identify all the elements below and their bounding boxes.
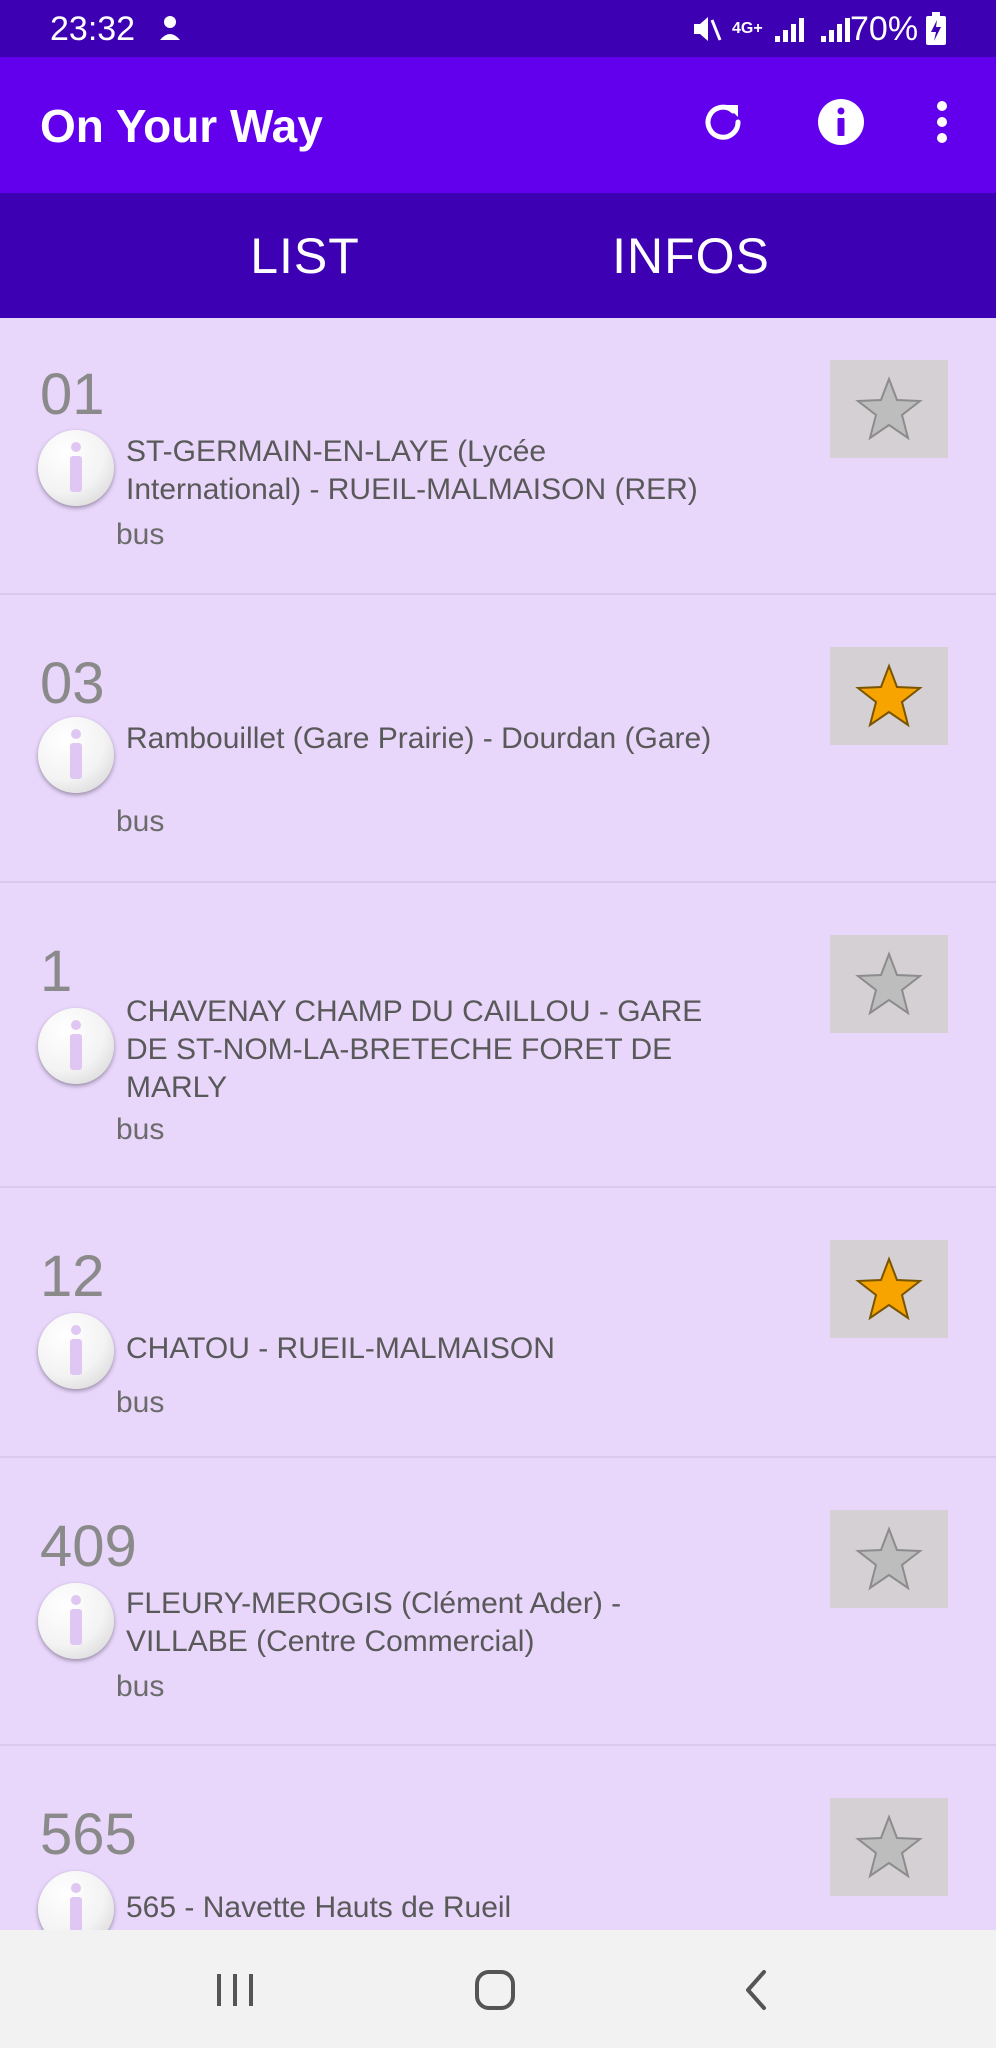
list-item[interactable]: 12 CHATOU - RUEIL-MALMAISON bus xyxy=(0,1188,996,1458)
tab-list-label: LIST xyxy=(250,227,360,284)
line-number: 1 xyxy=(40,939,73,1004)
line-name: Rambouillet (Gare Prairie) - Dourdan (Ga… xyxy=(126,722,712,755)
home-icon xyxy=(475,1970,515,2010)
star-icon xyxy=(855,951,923,1016)
line-name: FLEURY-MEROGIS (Clément Ader) - VILLABE … xyxy=(126,1587,622,1658)
recent-apps-button[interactable] xyxy=(200,1955,270,2025)
line-name: ST-GERMAIN-EN-LAYE (Lycée International)… xyxy=(126,435,698,506)
info-icon xyxy=(71,729,81,739)
line-number: 565 xyxy=(40,1802,137,1867)
more-vert-icon xyxy=(937,101,947,143)
list-item[interactable]: 03 Rambouillet (Gare Prairie) - Dourdan … xyxy=(0,595,996,883)
list-item[interactable]: 409 FLEURY-MEROGIS (Clément Ader) - VILL… xyxy=(0,1458,996,1746)
info-button[interactable] xyxy=(811,92,871,152)
info-icon xyxy=(71,1020,81,1030)
line-number: 12 xyxy=(40,1244,105,1309)
status-bar: 23:32 4G+ 70% xyxy=(0,0,996,57)
status-time: 23:32 xyxy=(50,10,136,48)
favorite-button[interactable] xyxy=(830,935,948,1033)
app-bar: On Your Way xyxy=(0,57,996,193)
refresh-icon xyxy=(705,104,741,140)
list-item[interactable]: 01 ST-GERMAIN-EN-LAYE (Lycée Internation… xyxy=(0,318,996,595)
line-info-button[interactable] xyxy=(38,1583,114,1659)
status-icons: 4G+ xyxy=(690,12,855,46)
notification-icon xyxy=(160,16,180,40)
line-info-button[interactable] xyxy=(38,717,114,793)
line-name: 565 - Navette Hauts de Rueil xyxy=(126,1891,512,1924)
battery-level: 70% xyxy=(850,10,919,48)
star-icon xyxy=(855,663,923,728)
signal-icon xyxy=(774,18,804,42)
list-item[interactable]: 1 CHAVENAY CHAMP DU CAILLOU - GARE DE ST… xyxy=(0,883,996,1188)
star-icon xyxy=(855,376,923,441)
star-icon xyxy=(855,1256,923,1321)
favorite-button[interactable] xyxy=(830,647,948,745)
line-name: CHAVENAY CHAMP DU CAILLOU - GARE DE ST-N… xyxy=(126,995,703,1104)
star-icon xyxy=(855,1526,923,1591)
tab-bar: LIST INFOS xyxy=(0,193,996,318)
info-icon xyxy=(71,1325,81,1335)
info-icon xyxy=(71,1595,81,1605)
line-type: bus xyxy=(116,1113,165,1146)
line-type: bus xyxy=(116,1670,165,1703)
favorite-button[interactable] xyxy=(830,1798,948,1896)
line-type: bus xyxy=(116,1386,165,1419)
battery-icon xyxy=(926,12,946,45)
line-number: 409 xyxy=(40,1514,137,1579)
star-icon xyxy=(855,1814,923,1879)
network-type: 4G+ xyxy=(732,20,763,37)
line-name: CHATOU - RUEIL-MALMAISON xyxy=(126,1332,555,1365)
line-type: bus xyxy=(116,518,165,551)
info-icon xyxy=(71,442,81,452)
home-button[interactable] xyxy=(460,1955,530,2025)
line-list[interactable]: 01 ST-GERMAIN-EN-LAYE (Lycée Internation… xyxy=(0,318,996,1930)
favorite-button[interactable] xyxy=(830,360,948,458)
tab-infos[interactable]: INFOS xyxy=(436,193,946,318)
info-icon xyxy=(818,99,864,145)
line-info-button[interactable] xyxy=(38,1313,114,1389)
line-info-button[interactable] xyxy=(38,1871,114,1930)
tab-infos-label: INFOS xyxy=(612,227,770,284)
refresh-button[interactable] xyxy=(693,92,753,152)
info-icon xyxy=(71,1883,81,1893)
line-number: 03 xyxy=(40,651,105,716)
line-info-button[interactable] xyxy=(38,430,114,506)
line-number: 01 xyxy=(40,362,105,427)
line-info-button[interactable] xyxy=(38,1008,114,1084)
favorite-button[interactable] xyxy=(830,1240,948,1338)
app-title: On Your Way xyxy=(40,100,323,152)
list-item[interactable]: 565 565 - Navette Hauts de Rueil xyxy=(0,1746,996,1930)
line-type: bus xyxy=(116,805,165,838)
system-nav-bar xyxy=(0,1930,996,2048)
back-button[interactable] xyxy=(720,1955,790,2025)
mute-icon xyxy=(694,17,722,41)
back-icon xyxy=(746,1970,766,2010)
recent-apps-icon xyxy=(217,1974,253,2006)
overflow-menu-button[interactable] xyxy=(912,92,972,152)
favorite-button[interactable] xyxy=(830,1510,948,1608)
